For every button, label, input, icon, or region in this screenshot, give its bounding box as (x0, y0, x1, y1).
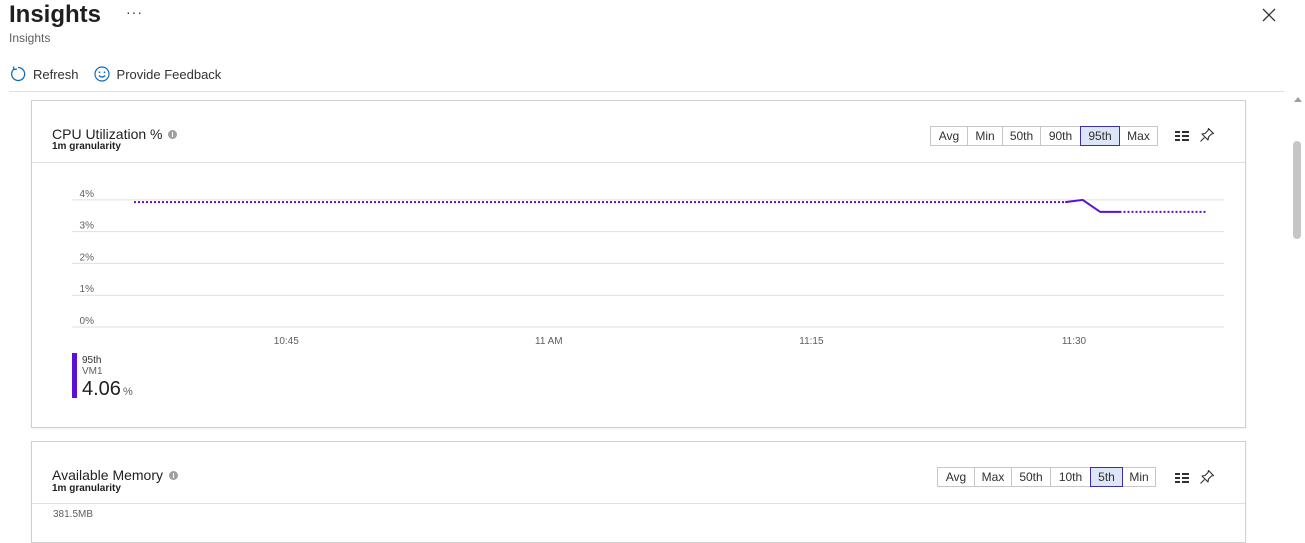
x-tick-label: 11 AM (535, 336, 563, 347)
available-memory-card: Available Memory 1m granularity Avg Max … (31, 441, 1246, 543)
y-tick-label: 1% (80, 284, 95, 295)
y-tick-label: 2% (80, 252, 95, 263)
y-tick-label: 0% (80, 316, 95, 327)
mem-agg-10th[interactable]: 10th (1050, 467, 1091, 487)
legend-color-swatch (72, 353, 77, 398)
feedback-label: Provide Feedback (116, 66, 222, 82)
y-tick-label: 3% (80, 221, 95, 232)
info-icon[interactable] (169, 470, 179, 480)
legend-value: 4.06% (82, 378, 133, 401)
command-bar-divider (9, 91, 1284, 92)
memory-granularity: 1m granularity (52, 483, 121, 494)
page-subtitle: Insights (9, 31, 51, 45)
refresh-label: Refresh (33, 66, 79, 82)
mem-agg-50th[interactable]: 50th (1011, 467, 1051, 487)
scroll-up-icon[interactable] (1294, 96, 1302, 102)
memory-title-text: Available Memory (52, 467, 164, 483)
mem-agg-min[interactable]: Min (1122, 467, 1156, 487)
memory-card-title: Available Memory (52, 467, 179, 483)
more-options-button[interactable]: ··· (126, 4, 143, 20)
scrollbar-thumb[interactable] (1293, 141, 1301, 239)
memory-y-tick: 381.5MB (53, 509, 94, 520)
memory-card-divider (32, 503, 1245, 504)
mem-agg-max[interactable]: Max (974, 467, 1012, 487)
command-bar: Refresh Provide Feedback (9, 62, 235, 86)
cpu-utilization-card: CPU Utilization % 1m granularity Avg Min… (31, 100, 1246, 428)
refresh-icon (11, 66, 26, 82)
chart-table-icon[interactable] (1174, 471, 1190, 485)
y-tick-label: 4% (80, 189, 95, 200)
mem-agg-5th[interactable]: 5th (1090, 467, 1123, 487)
cpu-line-chart: 0% 1% 2% 3% 4% 10:45 11 AM 11:15 11:30 (72, 189, 1224, 347)
smiley-icon (93, 66, 110, 82)
mem-agg-avg[interactable]: Avg (937, 467, 975, 487)
page-title: Insights (9, 1, 102, 28)
legend-series: 95th (82, 355, 102, 366)
series-line-solid (1065, 198, 1120, 213)
cpu-agg-95th[interactable]: 95th (1080, 126, 1120, 146)
legend-value-number: 4.06 (82, 378, 121, 400)
legend-resource: VM1 (82, 366, 103, 377)
legend-unit: % (122, 386, 133, 398)
close-icon[interactable] (1260, 6, 1278, 24)
provide-feedback-button[interactable]: Provide Feedback (93, 65, 222, 83)
x-tick-label: 11:15 (799, 336, 824, 347)
pin-icon[interactable] (1199, 469, 1215, 485)
x-tick-label: 10:45 (274, 336, 299, 347)
x-tick-label: 11:30 (1062, 336, 1087, 347)
refresh-button[interactable]: Refresh (9, 65, 79, 83)
memory-aggregation-group: Avg Max 50th 10th 5th Min (937, 467, 1156, 487)
